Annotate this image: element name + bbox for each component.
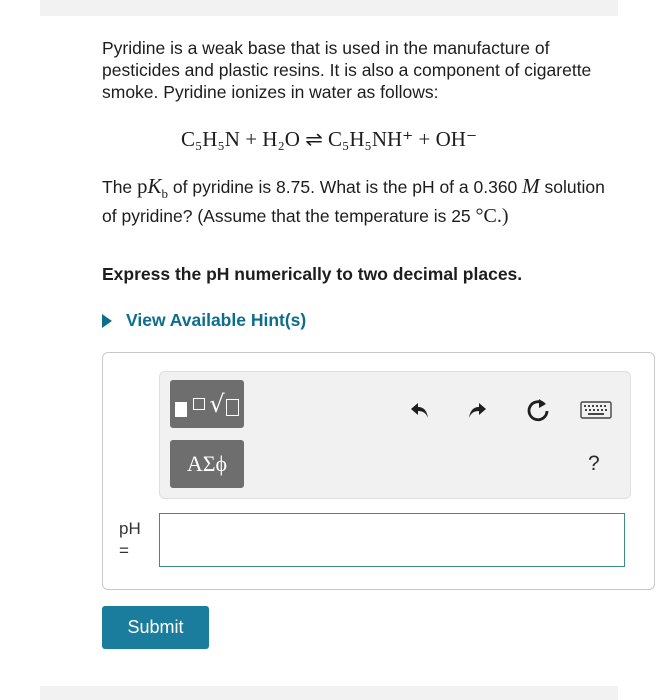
math-toolbar: √ ΑΣϕ ? bbox=[159, 371, 631, 499]
chemical-equation: C₅H₅N + H₂O ⇌ C₅H₅NH⁺ + OH⁻ bbox=[180, 127, 478, 151]
view-hints-link[interactable]: View Available Hint(s) bbox=[102, 310, 306, 331]
molarity-unit: M bbox=[522, 174, 540, 198]
answer-panel: √ ΑΣϕ ? pH = bbox=[102, 352, 655, 590]
temperature-unit: °C.) bbox=[475, 205, 509, 228]
math-templates-button[interactable]: √ bbox=[170, 380, 244, 428]
bottom-bar bbox=[40, 686, 618, 700]
reset-icon[interactable] bbox=[524, 396, 552, 424]
equals-sign: = bbox=[119, 541, 129, 560]
question-paragraph-2: The pKb of pyridine is 8.75. What is the… bbox=[102, 175, 622, 227]
instruction-text: Express the pH numerically to two decima… bbox=[102, 264, 523, 284]
greek-symbols-button[interactable]: ΑΣϕ bbox=[170, 440, 244, 488]
math-templates-icon: √ bbox=[175, 390, 239, 418]
pkb-sub: b bbox=[161, 186, 169, 202]
question-paragraph-1: Pyridine is a weak base that is used in … bbox=[102, 38, 592, 102]
help-button[interactable]: ? bbox=[588, 452, 600, 476]
submit-button[interactable]: Submit bbox=[102, 606, 209, 649]
paragraph-2-text-middle: of pyridine is 8.75. What is the pH of a… bbox=[172, 177, 518, 197]
expand-triangle-icon bbox=[102, 313, 112, 328]
top-bar bbox=[40, 0, 618, 16]
ph-answer-input[interactable] bbox=[159, 513, 625, 567]
pkb-symbol: pKb bbox=[137, 174, 169, 202]
pkb-k: K bbox=[147, 174, 162, 198]
keyboard-icon[interactable] bbox=[580, 401, 612, 419]
paragraph-2-text-before: The bbox=[102, 177, 133, 197]
ph-label-text: pH bbox=[119, 519, 141, 538]
ph-label: pH = bbox=[119, 518, 141, 562]
pkb-p: p bbox=[137, 174, 148, 198]
undo-icon[interactable] bbox=[408, 398, 432, 422]
hint-label: View Available Hint(s) bbox=[126, 310, 307, 330]
redo-icon[interactable] bbox=[465, 398, 489, 422]
